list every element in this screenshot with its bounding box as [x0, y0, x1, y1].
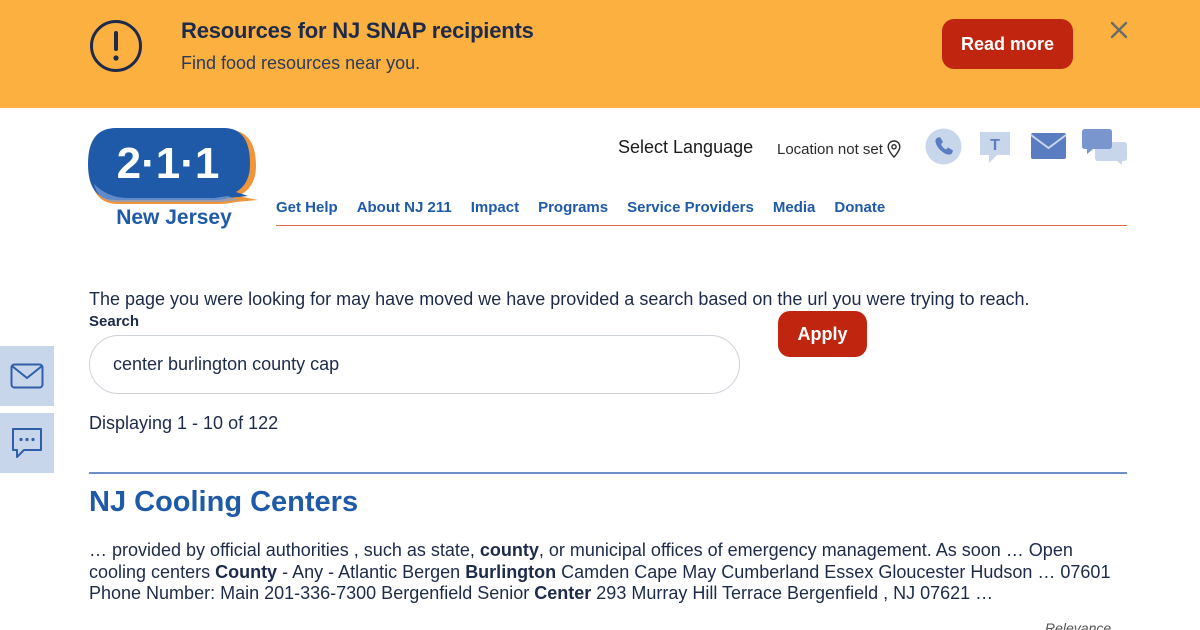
snippet-text: 293 Murray Hill Terrace Bergenfield , NJ… — [591, 583, 994, 603]
close-icon[interactable] — [1108, 19, 1130, 41]
apply-button[interactable]: Apply — [778, 311, 867, 357]
main-nav: Get Help About NJ 211 Impact Programs Se… — [276, 199, 904, 216]
banner-subtitle: Find food resources near you. — [181, 53, 421, 73]
sort-relevance-label[interactable]: Relevance — [1045, 620, 1111, 630]
results-divider — [89, 472, 1127, 474]
banner-title: Resources for NJ SNAP recipients — [181, 18, 534, 43]
nav-donate[interactable]: Donate — [834, 199, 885, 216]
snippet-highlight: County — [215, 561, 278, 582]
chat-icon[interactable] — [1081, 128, 1128, 166]
logo-state-name: New Jersey — [116, 206, 232, 229]
location-label: Location not set — [777, 140, 883, 158]
location-selector[interactable]: Location not set — [777, 140, 901, 158]
search-label: Search — [89, 313, 140, 330]
snippet-highlight: Burlington — [465, 561, 557, 582]
result-snippet: … provided by official authorities , suc… — [89, 540, 1129, 605]
side-chat-button[interactable] — [0, 413, 54, 473]
chat-outline-icon — [12, 428, 42, 458]
language-selector[interactable]: Select Language — [618, 137, 753, 158]
nav-service-providers[interactable]: Service Providers — [627, 199, 754, 216]
nav-impact[interactable]: Impact — [471, 199, 519, 216]
search-input[interactable] — [89, 335, 740, 394]
text-message-icon[interactable]: T — [977, 129, 1013, 165]
svg-text:T: T — [990, 137, 1000, 154]
snippet-highlight: county — [479, 540, 539, 560]
results-count: Displaying 1 - 10 of 122 — [89, 413, 279, 433]
mail-outline-icon — [10, 363, 44, 389]
nav-get-help[interactable]: Get Help — [276, 199, 338, 216]
map-pin-icon — [887, 140, 901, 158]
nav-about[interactable]: About NJ 211 — [357, 199, 452, 216]
logo-number: 2·1·1 — [117, 139, 220, 188]
nav-media[interactable]: Media — [773, 199, 816, 216]
read-more-button[interactable]: Read more — [942, 19, 1073, 69]
mail-icon[interactable] — [1030, 132, 1067, 160]
result-title[interactable]: NJ Cooling Centers — [89, 486, 358, 519]
announcement-banner: Resources for NJ SNAP recipients Find fo… — [0, 0, 1200, 108]
alert-circle-icon — [90, 20, 142, 72]
nav-programs[interactable]: Programs — [538, 199, 608, 216]
snippet-text: - Any - Atlantic Bergen — [277, 561, 466, 582]
phone-icon[interactable] — [925, 128, 962, 165]
side-mail-button[interactable] — [0, 346, 54, 406]
snippet-text: … provided by official authorities , suc… — [89, 540, 480, 560]
snippet-highlight: Center — [534, 583, 592, 603]
nav-divider — [276, 225, 1127, 226]
redirect-notice: The page you were looking for may have m… — [89, 289, 1030, 309]
